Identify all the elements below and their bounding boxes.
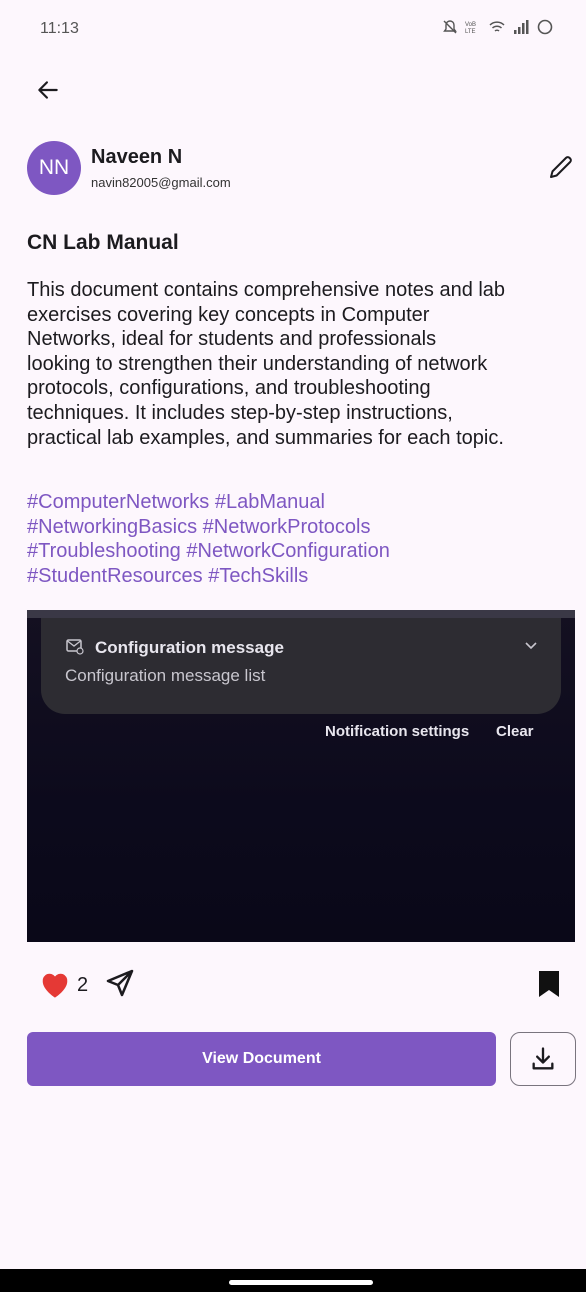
hashtag[interactable]: #StudentResources bbox=[27, 565, 203, 587]
preview-top-strip bbox=[27, 610, 575, 618]
mute-icon bbox=[443, 20, 457, 34]
hashtag[interactable]: #ComputerNetworks bbox=[27, 491, 209, 513]
author-name: Naveen N bbox=[91, 146, 183, 168]
download-icon bbox=[532, 1047, 554, 1070]
description-line: exercises covering key concepts in Compu… bbox=[27, 303, 430, 326]
document-description: This document contains comprehensive not… bbox=[27, 278, 575, 450]
description-line: looking to strengthen their understandin… bbox=[27, 352, 488, 375]
hashtag[interactable]: #NetworkConfiguration bbox=[186, 540, 389, 562]
status-time: 11:13 bbox=[40, 20, 79, 37]
view-document-button[interactable]: View Document bbox=[27, 1032, 496, 1086]
message-settings-icon bbox=[66, 639, 84, 655]
document-title: CN Lab Manual bbox=[27, 231, 179, 254]
status-icons: VoB LTE bbox=[442, 18, 554, 36]
hashtag[interactable]: #NetworkingBasics bbox=[27, 516, 197, 538]
hashtag[interactable]: #Troubleshooting bbox=[27, 540, 181, 562]
description-line: practical lab examples, and summaries fo… bbox=[27, 426, 504, 449]
signal-icon bbox=[514, 20, 529, 34]
document-preview-image[interactable] bbox=[27, 610, 575, 942]
hashtag[interactable]: #TechSkills bbox=[208, 565, 308, 587]
notification-settings-label: Notification settings bbox=[325, 723, 470, 740]
notification-title: Configuration message bbox=[95, 638, 284, 657]
status-bar: 11:13 VoB LTE bbox=[0, 0, 586, 60]
like-count: 2 bbox=[77, 974, 89, 996]
description-line: techniques. It includes step-by-step ins… bbox=[27, 401, 453, 424]
arrow-left-icon bbox=[38, 81, 58, 99]
description-line: Networks, ideal for students and profess… bbox=[27, 328, 437, 351]
volte-icon: VoBLTE bbox=[465, 22, 476, 35]
hashtag[interactable]: #LabManual bbox=[215, 491, 325, 513]
avatar-initials: NN bbox=[38, 156, 70, 179]
description-line: protocols, configurations, and troublesh… bbox=[27, 377, 431, 400]
clear-label: Clear bbox=[496, 723, 534, 740]
like-button[interactable] bbox=[38, 969, 72, 1001]
back-button[interactable] bbox=[30, 72, 66, 108]
share-button[interactable] bbox=[104, 967, 136, 999]
description-line: This document contains comprehensive not… bbox=[27, 279, 506, 301]
battery-icon bbox=[537, 19, 553, 35]
hashtag-list: #ComputerNetworks #LabManual #Networking… bbox=[27, 490, 575, 588]
bookmark-icon bbox=[539, 971, 559, 997]
home-gesture-handle[interactable] bbox=[229, 1280, 373, 1285]
chevron-down-icon bbox=[525, 642, 537, 650]
svg-text:LTE: LTE bbox=[465, 29, 476, 35]
download-button[interactable] bbox=[510, 1032, 576, 1086]
author-email: navin82005@gmail.com bbox=[91, 175, 231, 190]
edit-button[interactable] bbox=[546, 152, 578, 184]
avatar[interactable]: NN bbox=[27, 141, 81, 195]
pencil-icon bbox=[550, 156, 572, 178]
hashtag[interactable]: #NetworkProtocols bbox=[203, 516, 371, 538]
notification-subtitle: Configuration message list bbox=[65, 666, 266, 685]
svg-text:VoB: VoB bbox=[465, 22, 476, 28]
wifi-icon bbox=[489, 21, 505, 32]
bookmark-button[interactable] bbox=[538, 970, 560, 998]
heart-icon bbox=[42, 973, 68, 998]
send-icon bbox=[106, 969, 134, 997]
